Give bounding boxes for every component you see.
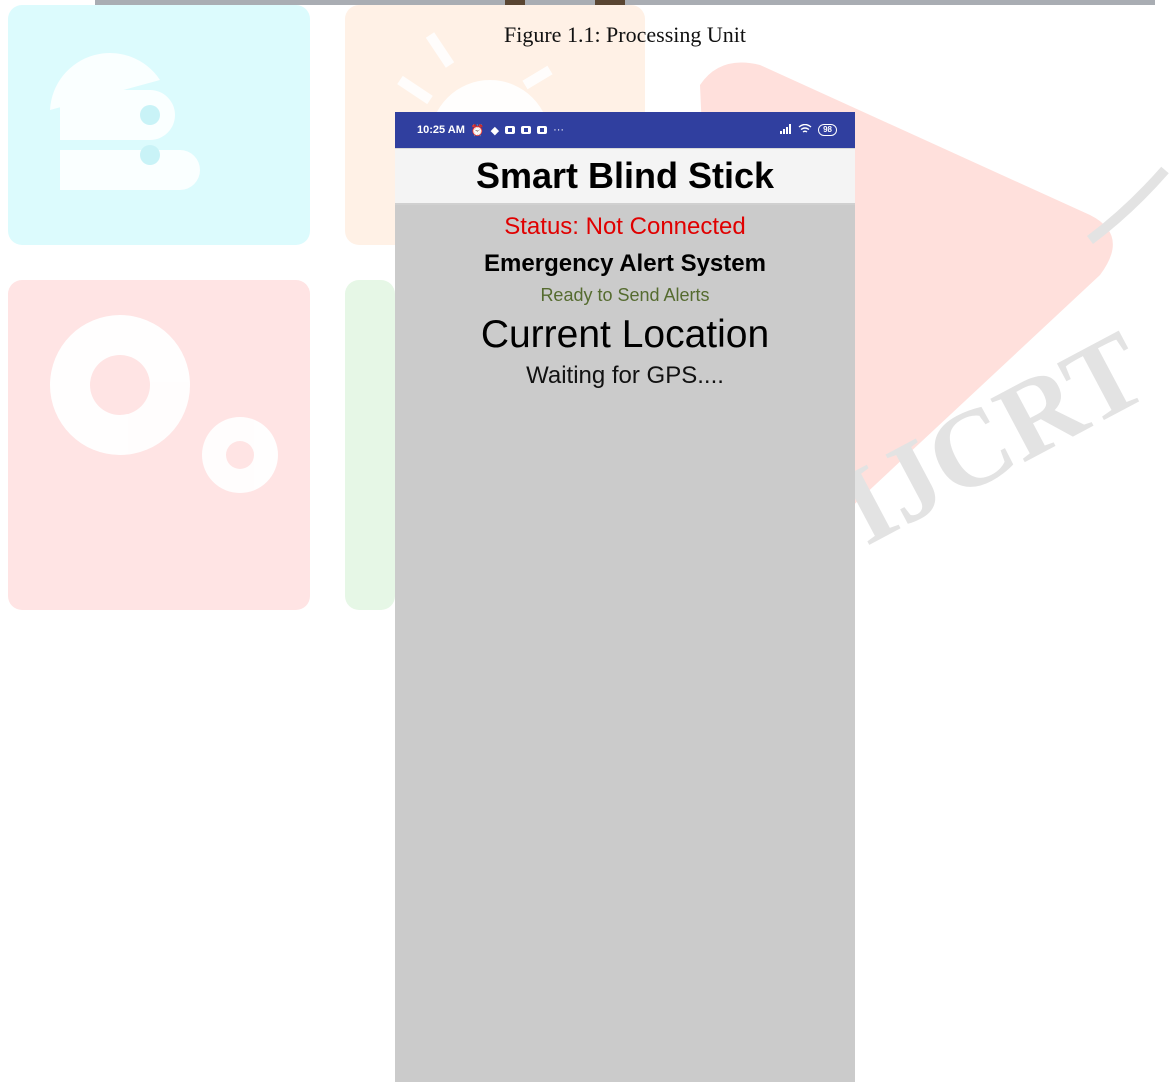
emergency-alert-heading: Emergency Alert System [484,250,766,277]
alert-status-text: Ready to Send Alerts [540,285,710,305]
main-content: Status: Not Connected Emergency Alert Sy… [395,213,855,390]
figure-caption: Figure 1.1: Processing Unit [504,22,746,47]
app-title: Smart Blind Stick [475,155,775,196]
signal-icon [780,123,792,137]
youtube-icon [537,126,548,134]
alarm-icon: ⏰ [470,124,485,137]
watermark-tile-green [345,280,395,610]
phone-screenshot: 10:25 AM ⏰ ◆ ··· 98 Smart Blind Stick St… [395,112,855,1082]
dropbox-icon: ◆ [490,124,500,137]
youtube-icon [505,126,516,134]
status-bar: 10:25 AM ⏰ ◆ ··· 98 [395,112,855,148]
wifi-icon [798,123,812,137]
location-value: Waiting for GPS.... [526,362,724,389]
location-heading: Current Location [480,313,770,356]
youtube-icon [521,126,532,134]
battery-icon: 98 [818,124,837,136]
connection-status: Status: Not Connected [504,213,746,240]
app-bar: Smart Blind Stick [395,148,855,205]
more-notifications-icon: ··· [553,124,565,136]
status-time: 10:25 AM [417,124,465,136]
